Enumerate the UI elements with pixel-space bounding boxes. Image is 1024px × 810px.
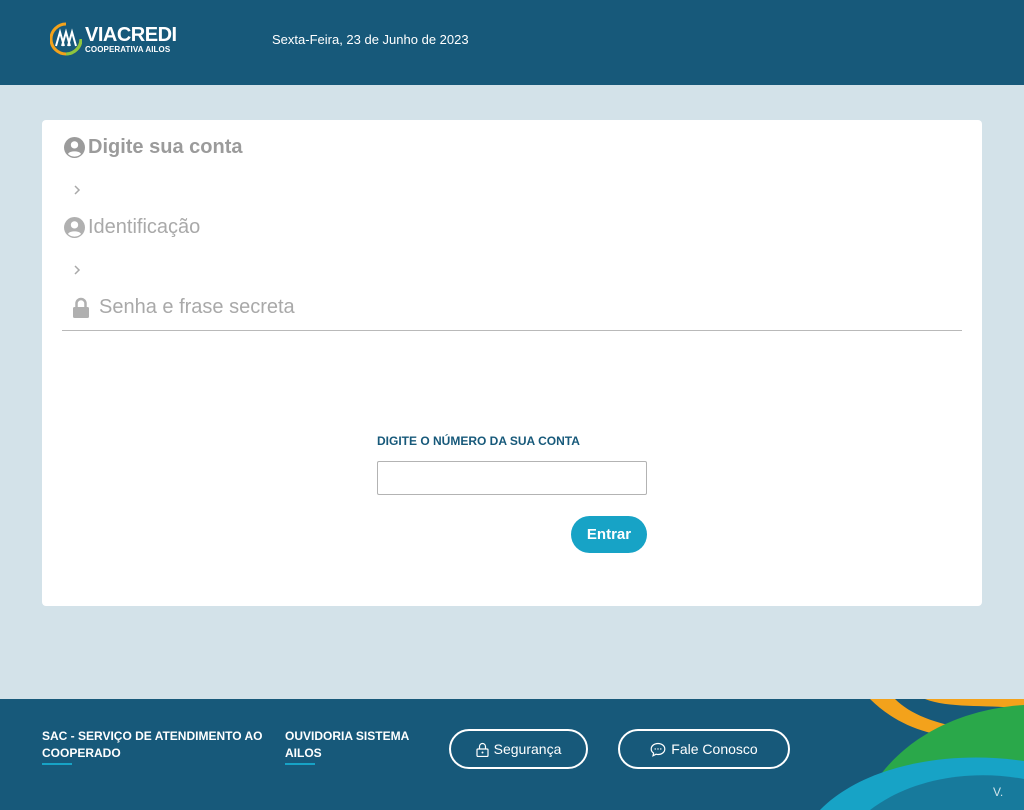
step-password-label: Senha e frase secreta <box>99 296 295 318</box>
current-date: Sexta-Feira, 23 de Junho de 2023 <box>272 32 469 47</box>
login-card: Digite sua conta Identificação Senha e f… <box>42 120 982 606</box>
security-button[interactable]: Segurança <box>449 729 588 769</box>
enter-button[interactable]: Entrar <box>571 516 647 553</box>
contact-button-label: Fale Conosco <box>671 741 758 757</box>
link-underline <box>42 763 72 765</box>
logo-brand-text: VIACREDI <box>85 23 177 46</box>
decorative-swoosh <box>820 699 1024 810</box>
version-label: V. <box>993 785 1004 799</box>
viacredi-logo-icon <box>50 22 82 56</box>
user-circle-icon <box>64 137 85 158</box>
ouvidoria-link-text: OUVIDORIA SISTEMA AILOS <box>285 729 409 760</box>
footer: SAC - SERVIÇO DE ATENDIMENTO AO COOPERAD… <box>0 699 1024 810</box>
account-number-label: DIGITE O NÚMERO DA SUA CONTA <box>377 434 580 448</box>
security-button-label: Segurança <box>493 741 562 757</box>
steps-divider <box>62 330 962 331</box>
account-number-input[interactable] <box>377 461 647 495</box>
user-circle-icon <box>64 217 85 238</box>
link-underline <box>285 763 315 765</box>
ouvidoria-link[interactable]: OUVIDORIA SISTEMA AILOS <box>285 728 435 765</box>
chevron-right-icon <box>74 185 81 195</box>
step-identification: Identificação <box>64 216 200 239</box>
top-header: VIACREDI COOPERATIVA AILOS Sexta-Feira, … <box>0 0 1024 85</box>
step-account-label: Digite sua conta <box>88 136 243 158</box>
viacredi-logo[interactable]: VIACREDI COOPERATIVA AILOS <box>50 22 177 56</box>
chat-bubble-icon <box>650 742 666 757</box>
sac-link-text: SAC - SERVIÇO DE ATENDIMENTO AO COOPERAD… <box>42 729 263 760</box>
logo-subtitle-text: COOPERATIVA AILOS <box>85 44 171 54</box>
step-account: Digite sua conta <box>64 136 242 159</box>
lock-icon <box>73 297 89 318</box>
padlock-icon <box>476 742 489 757</box>
chevron-right-icon <box>74 265 81 275</box>
sac-link[interactable]: SAC - SERVIÇO DE ATENDIMENTO AO COOPERAD… <box>42 728 272 765</box>
step-password: Senha e frase secreta <box>64 296 295 319</box>
contact-button[interactable]: Fale Conosco <box>618 729 790 769</box>
step-identification-label: Identificação <box>88 216 201 238</box>
